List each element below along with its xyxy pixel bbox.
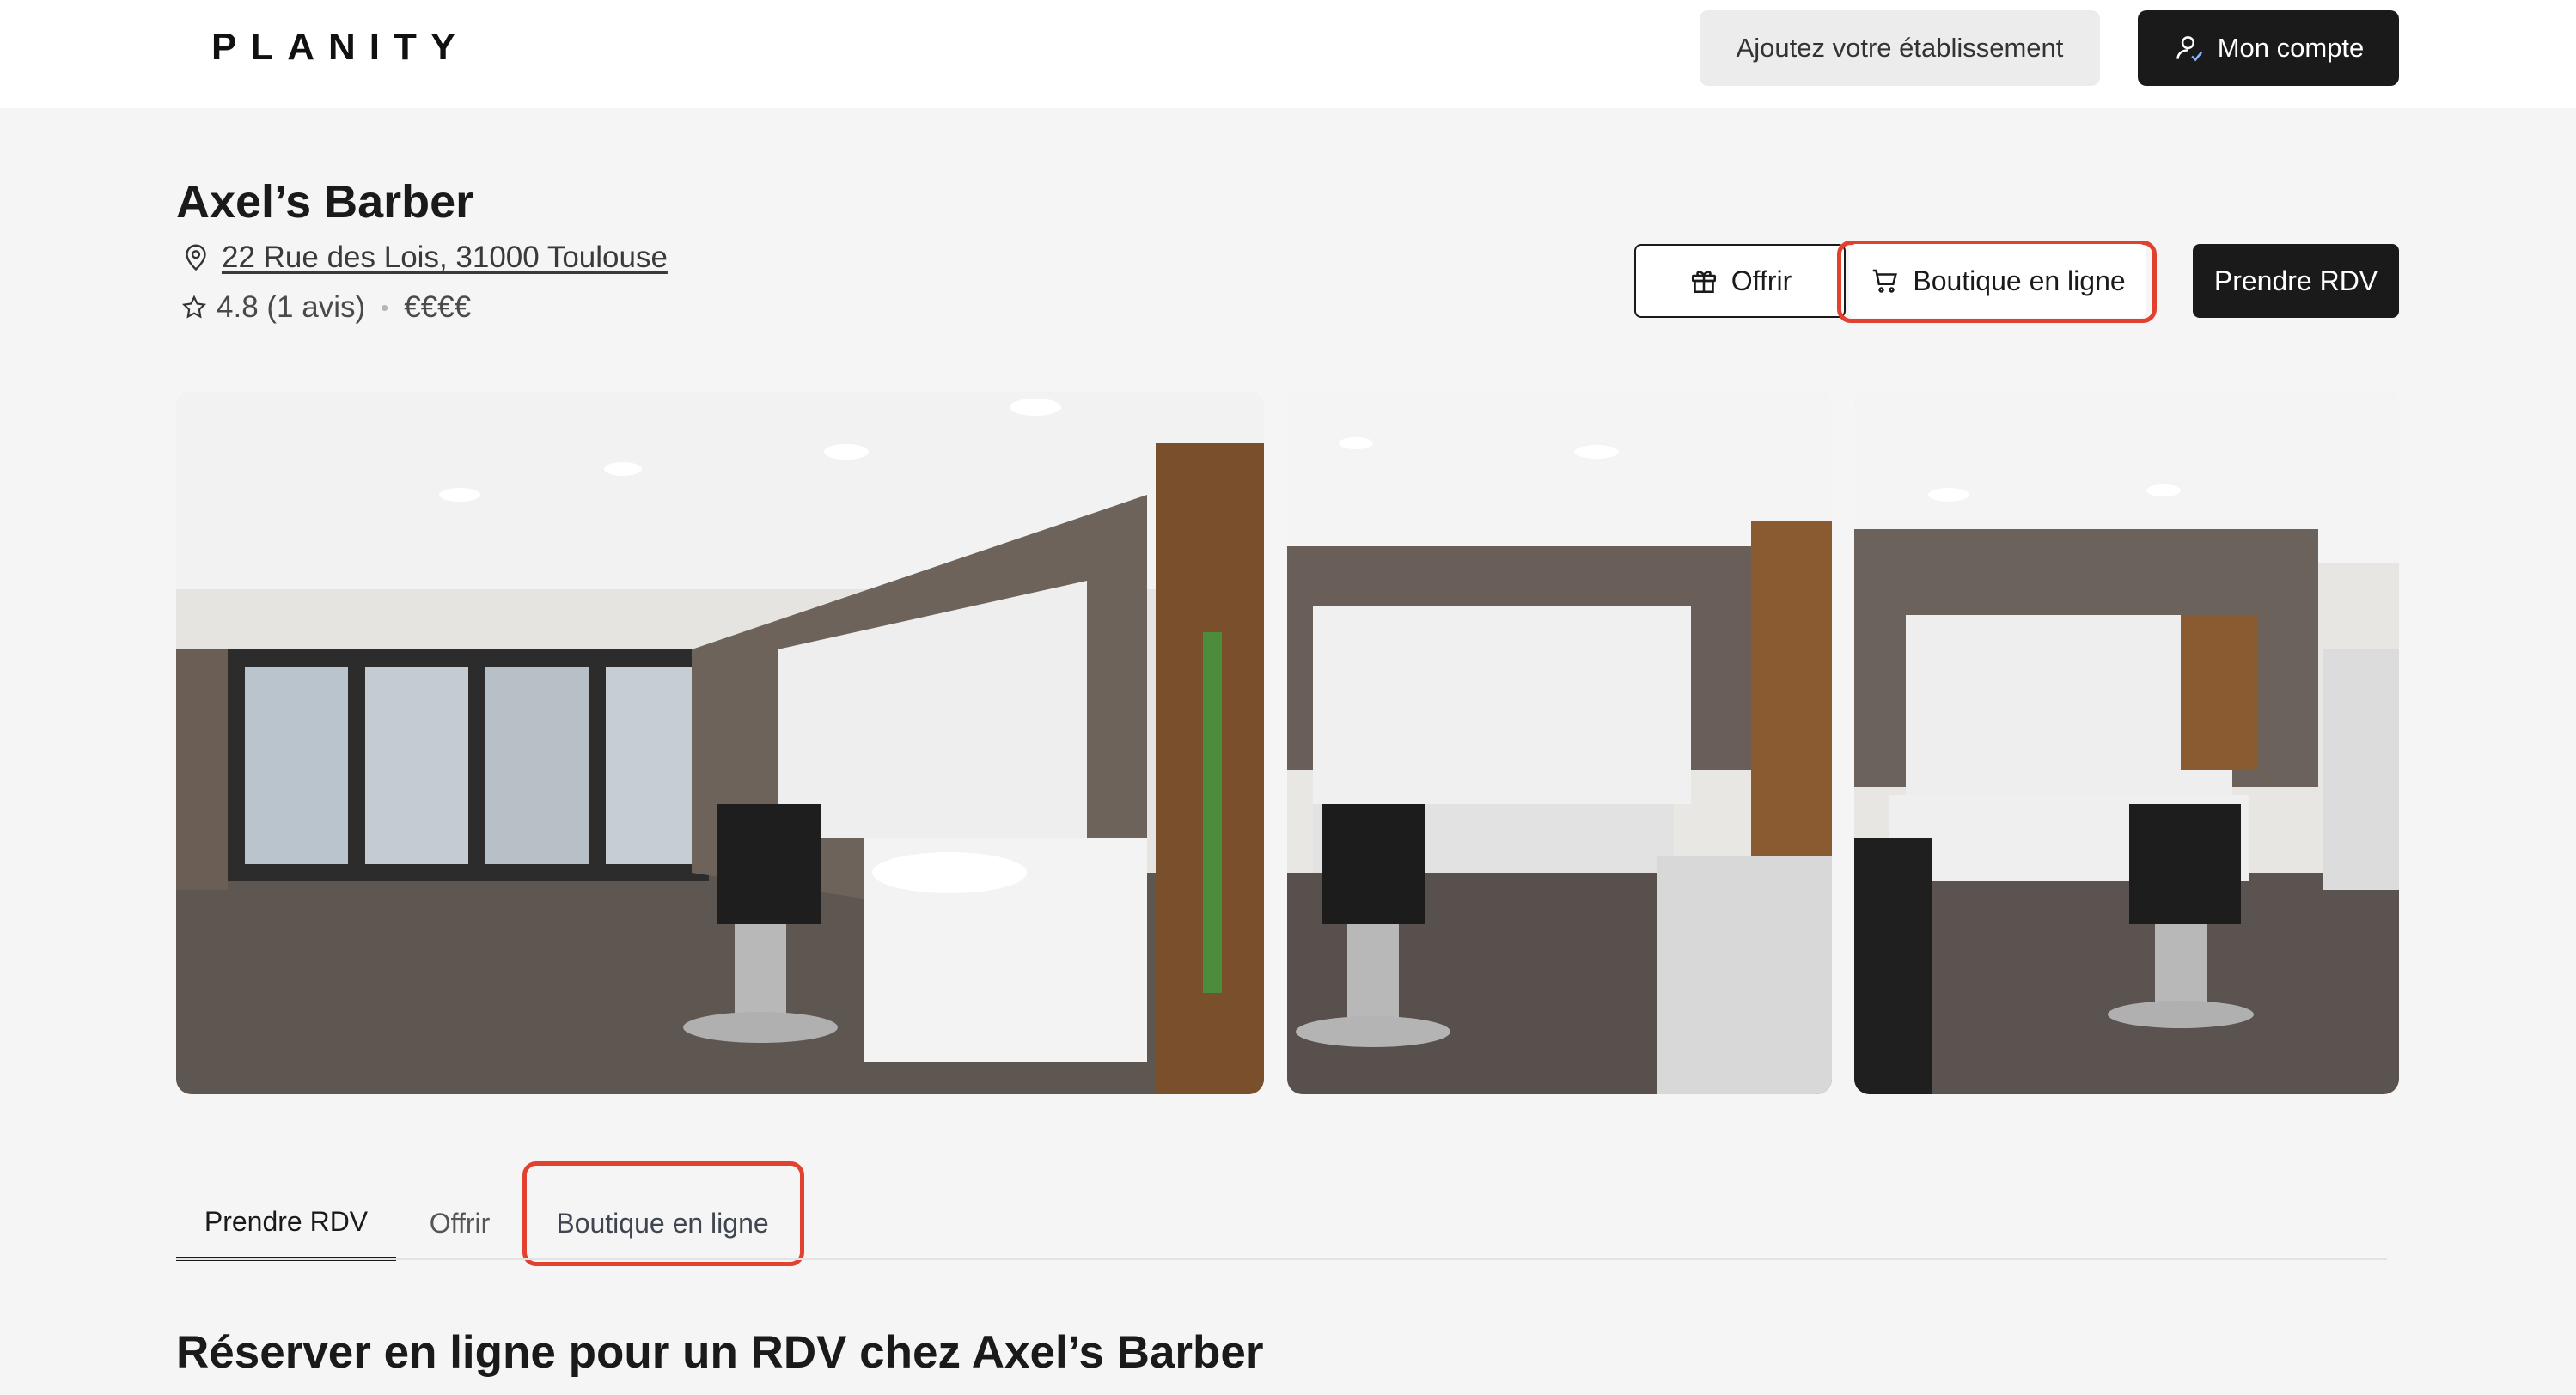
tab-online-shop[interactable]: Boutique en ligne (529, 1187, 796, 1259)
shop-label: Boutique en ligne (1913, 265, 2126, 296)
book-appointment-button[interactable]: Prendre RDV (2193, 244, 2399, 318)
add-business-button[interactable]: Ajoutez votre établissement (1700, 10, 2100, 86)
booking-section-title: Réserver en ligne pour un RDV chez Axel’… (176, 1327, 1264, 1378)
top-navbar: PLANITY Ajoutez votre établissement Mon … (0, 0, 2576, 108)
gift-icon (1691, 271, 1716, 294)
salon-photo-2[interactable] (1287, 392, 1832, 1094)
shop-button[interactable]: Boutique en ligne (1849, 244, 2146, 318)
location-pin-icon (186, 244, 206, 271)
planity-logo[interactable]: PLANITY (211, 26, 469, 69)
salon-photo-main[interactable] (176, 392, 1264, 1094)
address-row: 22 Rue des Lois, 31000 Toulouse (180, 241, 668, 275)
price-level: €€€€ (404, 290, 472, 324)
star-icon (181, 295, 207, 319)
salon-name: Axel’s Barber (176, 176, 474, 228)
tabs-divider (176, 1258, 2387, 1260)
cart-icon (1873, 269, 1898, 293)
user-icon (2176, 36, 2202, 62)
rating-row: 4.8 (1 avis) • €€€€ (180, 290, 471, 325)
rating-text[interactable]: 4.8 (1 avis) (217, 290, 365, 325)
gift-label: Offrir (1731, 265, 1792, 296)
barber-chair-image (1287, 392, 1832, 1094)
barbershop-interior-image (176, 392, 1264, 1094)
barber-station-image (1854, 392, 2399, 1094)
tab-book-appointment[interactable]: Prendre RDV (176, 1187, 396, 1261)
separator-dot: • (381, 294, 389, 320)
account-label: Mon compte (2217, 33, 2365, 63)
tab-gift[interactable]: Offrir (412, 1187, 507, 1259)
salon-address-link[interactable]: 22 Rue des Lois, 31000 Toulouse (222, 241, 668, 275)
account-button[interactable]: Mon compte (2138, 10, 2399, 86)
salon-photo-3[interactable] (1854, 392, 2399, 1094)
gift-button[interactable]: Offrir (1634, 244, 1846, 318)
